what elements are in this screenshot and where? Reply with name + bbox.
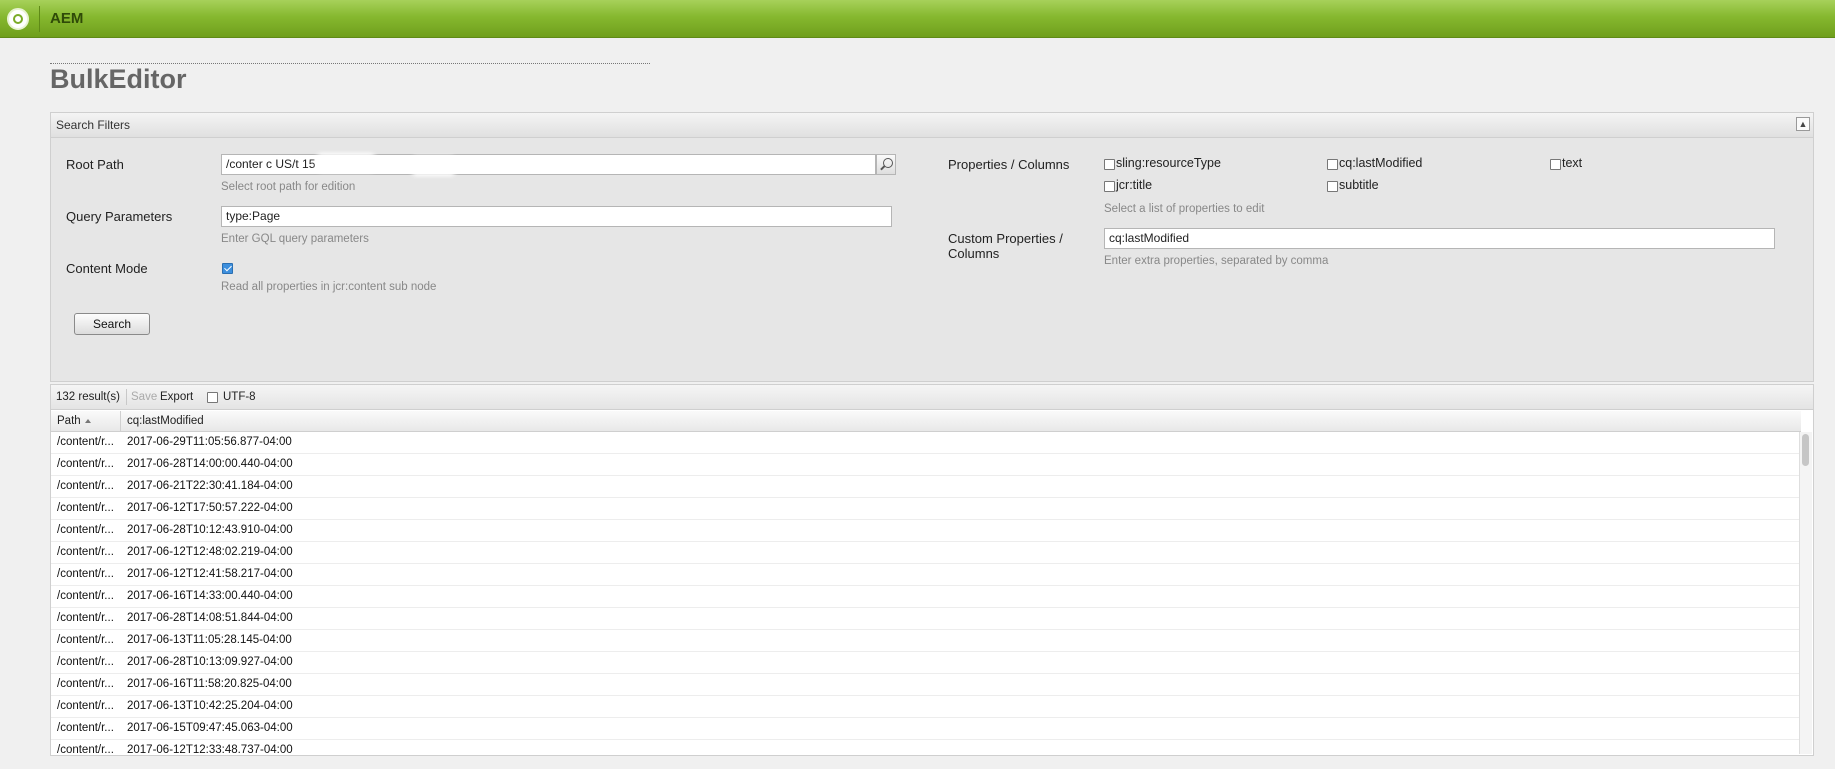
prop-label-cq-lastmodified: cq:lastModified [1339, 156, 1423, 170]
results-toolbar: 132 result(s) Save Export UTF-8 [51, 385, 1813, 410]
cell-path[interactable]: /content/r... [57, 656, 114, 668]
properties-label: Properties / Columns [948, 157, 1070, 172]
search-button[interactable]: Search [74, 313, 150, 335]
aem-logo-icon[interactable] [7, 8, 29, 30]
brand-label: AEM [50, 10, 84, 27]
cell-path[interactable]: /content/r... [57, 700, 114, 712]
cell-cq-lastmodified[interactable]: 2017-06-29T11:05:56.877-04:00 [127, 436, 292, 448]
root-path-hint: Select root path for edition [221, 181, 356, 193]
cell-cq-lastmodified[interactable]: 2017-06-28T10:13:09.927-04:00 [127, 656, 293, 668]
toolbar-separator [126, 389, 127, 405]
table-row[interactable]: /content/r... 2017-06-12T12:41:58.217-04:… [51, 564, 1801, 586]
table-row[interactable]: /content/r... 2017-06-28T10:13:09.927-04:… [51, 652, 1801, 674]
table-row[interactable]: /content/r... 2017-06-28T10:12:43.910-04:… [51, 520, 1801, 542]
cell-path[interactable]: /content/r... [57, 568, 114, 580]
table-row[interactable]: /content/r... 2017-06-13T10:42:25.204-04:… [51, 696, 1801, 718]
table-row[interactable]: /content/r... 2017-06-12T12:48:02.219-04:… [51, 542, 1801, 564]
column-header-cq-lastmodified[interactable]: cq:lastModified [121, 411, 1801, 431]
table-row[interactable]: /content/r... 2017-06-29T11:05:56.877-04:… [51, 432, 1801, 454]
search-filters-panel: Search Filters ▲ Root Path /conter c US/… [50, 112, 1814, 382]
prop-checkbox-cq-lastmodified[interactable] [1327, 159, 1338, 170]
utf8-label: UTF-8 [223, 391, 256, 403]
table-row[interactable]: /content/r... 2017-06-16T11:58:20.825-04:… [51, 674, 1801, 696]
custom-properties-input[interactable]: cq:lastModified [1104, 228, 1775, 249]
table-row[interactable]: /content/r... 2017-06-13T11:05:28.145-04:… [51, 630, 1801, 652]
search-trigger-icon[interactable] [876, 154, 896, 175]
query-params-input[interactable]: type:Page [221, 206, 892, 227]
cell-path[interactable]: /content/r... [57, 524, 114, 536]
cell-cq-lastmodified[interactable]: 2017-06-12T17:50:57.222-04:00 [127, 502, 293, 514]
redaction-mark [316, 153, 376, 172]
content-mode-label: Content Mode [66, 261, 148, 276]
table-row[interactable]: /content/r... 2017-06-16T14:33:00.440-04:… [51, 586, 1801, 608]
root-path-label: Root Path [66, 157, 124, 172]
grid-header: Path cq:lastModified [51, 411, 1801, 432]
table-row[interactable]: /content/r... 2017-06-15T09:47:45.063-04:… [51, 718, 1801, 740]
results-grid: 132 result(s) Save Export UTF-8 Path cq:… [50, 384, 1814, 756]
cell-cq-lastmodified[interactable]: 2017-06-12T12:48:02.219-04:00 [127, 546, 293, 558]
cell-cq-lastmodified[interactable]: 2017-06-13T10:42:25.204-04:00 [127, 700, 293, 712]
panel-header: Search Filters [51, 113, 1813, 138]
column-header-path[interactable]: Path [51, 411, 121, 431]
cell-path[interactable]: /content/r... [57, 678, 114, 690]
collapse-panel-icon[interactable]: ▲ [1796, 117, 1810, 131]
cell-path[interactable]: /content/r... [57, 546, 114, 558]
redaction-mark [411, 156, 456, 176]
cell-path[interactable]: /content/r... [57, 436, 114, 448]
cell-path[interactable]: /content/r... [57, 590, 114, 602]
scrollbar-thumb[interactable] [1802, 434, 1809, 466]
prop-checkbox-subtitle[interactable] [1327, 181, 1338, 192]
cell-path[interactable]: /content/r... [57, 458, 114, 470]
cell-cq-lastmodified[interactable]: 2017-06-21T22:30:41.184-04:00 [127, 480, 293, 492]
cell-cq-lastmodified[interactable]: 2017-06-28T14:08:51.844-04:00 [127, 612, 293, 624]
export-button[interactable]: Export [160, 391, 193, 403]
content-mode-checkbox[interactable] [222, 263, 233, 274]
sort-ascending-icon [84, 418, 91, 423]
cell-cq-lastmodified[interactable]: 2017-06-12T12:33:48.737-04:00 [127, 744, 293, 755]
save-button[interactable]: Save [131, 391, 157, 403]
table-row[interactable]: /content/r... 2017-06-12T17:50:57.222-04:… [51, 498, 1801, 520]
content-mode-hint: Read all properties in jcr:content sub n… [221, 281, 437, 293]
cell-path[interactable]: /content/r... [57, 634, 114, 646]
table-row[interactable]: /content/r... 2017-06-28T14:08:51.844-04:… [51, 608, 1801, 630]
prop-checkbox-text[interactable] [1550, 159, 1561, 170]
cell-cq-lastmodified[interactable]: 2017-06-12T12:41:58.217-04:00 [127, 568, 293, 580]
topbar-divider [39, 6, 40, 32]
vertical-scrollbar[interactable] [1799, 432, 1812, 754]
grid-rows: /content/r... 2017-06-29T11:05:56.877-04:… [51, 432, 1801, 755]
cell-cq-lastmodified[interactable]: 2017-06-28T14:00:00.440-04:00 [127, 458, 293, 470]
cell-cq-lastmodified[interactable]: 2017-06-13T11:05:28.145-04:00 [127, 634, 292, 646]
prop-label-text: text [1562, 156, 1583, 170]
cell-cq-lastmodified[interactable]: 2017-06-28T10:12:43.910-04:00 [127, 524, 293, 536]
top-bar: AEM [0, 0, 1835, 38]
page-title: BulkEditor [50, 64, 187, 94]
properties-hint: Select a list of properties to edit [1104, 203, 1265, 215]
custom-properties-hint: Enter extra properties, separated by com… [1104, 255, 1329, 267]
custom-properties-label-line2: Columns [948, 246, 1000, 261]
cell-path[interactable]: /content/r... [57, 480, 114, 492]
prop-checkbox-sling-resourcetype[interactable] [1104, 159, 1115, 170]
prop-checkbox-jcr-title[interactable] [1104, 181, 1115, 192]
prop-label-jcr-title: jcr:title [1116, 178, 1153, 192]
custom-properties-label-line1: Custom Properties / [948, 231, 1063, 246]
cell-cq-lastmodified[interactable]: 2017-06-16T14:33:00.440-04:00 [127, 590, 293, 602]
cell-path[interactable]: /content/r... [57, 744, 114, 755]
panel-title: Search Filters [56, 118, 131, 132]
query-params-hint: Enter GQL query parameters [221, 233, 369, 245]
prop-label-subtitle: subtitle [1339, 178, 1379, 192]
result-count: 132 result(s) [56, 391, 120, 403]
cell-cq-lastmodified[interactable]: 2017-06-16T11:58:20.825-04:00 [127, 678, 292, 690]
cell-path[interactable]: /content/r... [57, 502, 114, 514]
query-params-label: Query Parameters [66, 209, 173, 224]
table-row[interactable]: /content/r... 2017-06-21T22:30:41.184-04:… [51, 476, 1801, 498]
cell-path[interactable]: /content/r... [57, 722, 114, 734]
table-row[interactable]: /content/r... 2017-06-12T12:33:48.737-04:… [51, 740, 1801, 755]
cell-cq-lastmodified[interactable]: 2017-06-15T09:47:45.063-04:00 [127, 722, 293, 734]
table-row[interactable]: /content/r... 2017-06-28T14:00:00.440-04:… [51, 454, 1801, 476]
cell-path[interactable]: /content/r... [57, 612, 114, 624]
utf8-checkbox[interactable] [207, 392, 218, 403]
prop-label-sling-resourcetype: sling:resourceType [1116, 156, 1221, 170]
